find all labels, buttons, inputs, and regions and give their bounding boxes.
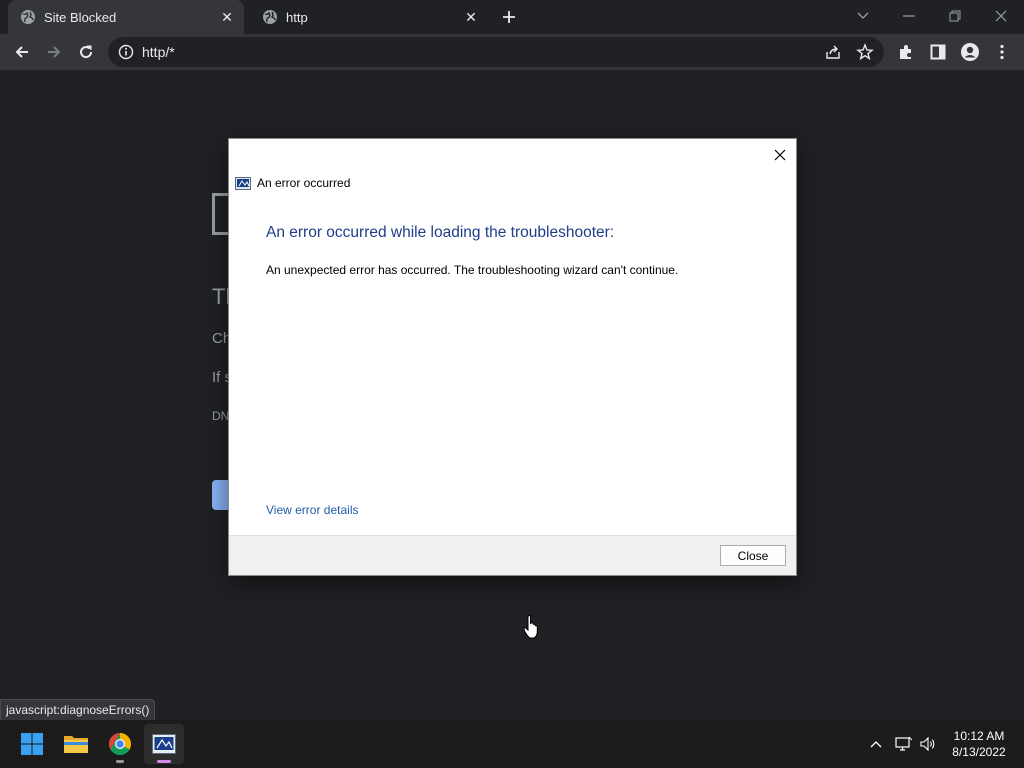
dialog-message: An unexpected error has occurred. The tr…: [266, 263, 679, 277]
arrow-right-icon: [48, 46, 61, 58]
profile-button[interactable]: [956, 38, 984, 66]
close-button[interactable]: Close: [720, 545, 786, 566]
file-explorer-button[interactable]: [56, 724, 96, 764]
tab-strip: Site Blocked ✕ http ✕: [0, 0, 1024, 34]
side-panel-icon: [930, 44, 946, 60]
tab-http[interactable]: http ✕: [250, 0, 488, 34]
reload-button[interactable]: [72, 38, 100, 66]
forward-button[interactable]: [40, 38, 68, 66]
troubleshooter-app-icon: [235, 176, 251, 190]
tab-search-button[interactable]: [840, 4, 886, 28]
chevron-up-icon: [870, 741, 882, 748]
chrome-icon: [109, 733, 131, 755]
minimize-icon: [903, 15, 915, 17]
window-close-button[interactable]: [978, 4, 1024, 28]
close-icon: [774, 149, 786, 161]
plus-icon: [503, 11, 515, 23]
bookmark-star-icon[interactable]: [856, 43, 874, 66]
globe-icon: [20, 9, 36, 25]
dialog-footer: Close: [229, 535, 796, 575]
info-icon[interactable]: [118, 44, 134, 60]
speaker-icon: [920, 736, 935, 752]
system-clock[interactable]: 10:12 AM 8/13/2022: [944, 728, 1014, 760]
taskbar: [0, 720, 1024, 768]
status-bubble: javascript:diagnoseErrors(): [0, 699, 156, 721]
running-indicator: [116, 760, 124, 763]
address-bar[interactable]: http/*: [108, 37, 884, 67]
new-tab-button[interactable]: [498, 6, 520, 28]
view-error-details-link[interactable]: View error details: [266, 503, 358, 517]
globe-icon: [262, 9, 278, 25]
dialog-title-row: An error occurred: [235, 176, 350, 190]
troubleshooter-error-dialog: An error occurred An error occurred whil…: [228, 138, 797, 576]
close-icon: [995, 10, 1007, 22]
network-icon: [895, 736, 913, 751]
reload-icon: [80, 45, 93, 59]
page-error-code-fragment: DN: [212, 409, 230, 423]
clock-date: 8/13/2022: [952, 745, 1006, 759]
clock-time: 10:12 AM: [953, 729, 1005, 743]
tab-close-icon[interactable]: ✕: [460, 6, 482, 28]
network-button[interactable]: [894, 734, 914, 754]
windows-logo-icon: [21, 733, 43, 755]
troubleshooter-app-icon: [152, 734, 176, 754]
extensions-button[interactable]: [892, 38, 920, 66]
start-button[interactable]: [12, 724, 52, 764]
dialog-title: An error occurred: [257, 176, 351, 190]
folder-icon: [64, 736, 88, 753]
share-icon[interactable]: [824, 43, 842, 66]
puzzle-icon: [900, 45, 911, 59]
minimize-button[interactable]: [886, 4, 932, 28]
restore-button[interactable]: [932, 4, 978, 28]
volume-button[interactable]: [918, 734, 938, 754]
active-indicator: [157, 760, 171, 763]
side-panel-button[interactable]: [924, 38, 952, 66]
avatar-icon: [961, 43, 979, 61]
restore-icon: [949, 10, 961, 22]
tab-title: Site Blocked: [44, 9, 117, 25]
tab-title: http: [286, 9, 308, 25]
arrow-left-icon: [15, 46, 28, 58]
show-hidden-icons-button[interactable]: [866, 734, 886, 754]
kebab-menu-icon: [1000, 44, 1004, 60]
url-text: http/*: [142, 44, 175, 60]
back-button[interactable]: [8, 38, 36, 66]
troubleshooter-taskbar-button[interactable]: [144, 724, 184, 764]
tab-close-icon[interactable]: ✕: [216, 6, 238, 28]
dialog-heading: An error occurred while loading the trou…: [266, 224, 615, 241]
menu-button[interactable]: [988, 38, 1016, 66]
chevron-down-icon: [857, 12, 869, 19]
hand-cursor-icon: [523, 615, 538, 639]
chrome-taskbar-button[interactable]: [100, 724, 140, 764]
browser-toolbar: http/*: [0, 34, 1024, 70]
tab-site-blocked[interactable]: Site Blocked ✕: [8, 0, 244, 34]
dialog-close-button[interactable]: [768, 143, 792, 167]
